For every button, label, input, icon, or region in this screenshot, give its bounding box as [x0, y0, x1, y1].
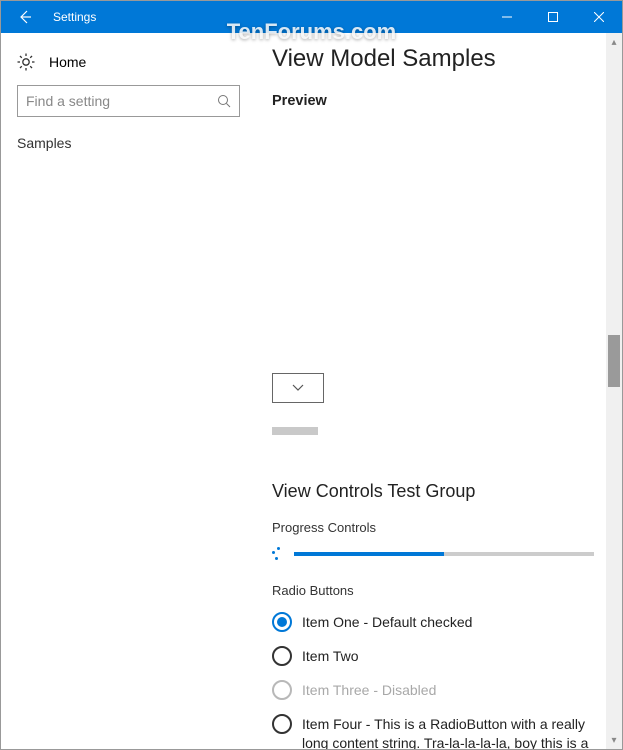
titlebar: Settings [1, 1, 622, 33]
window-controls [484, 1, 622, 33]
radio-circle-icon [272, 646, 292, 666]
radio-item-one[interactable]: Item One - Default checked [272, 612, 594, 632]
close-button[interactable] [576, 1, 622, 33]
sidebar: Home Samples [1, 33, 256, 749]
radio-label: Item One - Default checked [302, 612, 472, 632]
maximize-icon [548, 12, 558, 22]
radio-item-two[interactable]: Item Two [272, 646, 594, 666]
progress-ring-icon [272, 547, 286, 561]
radio-buttons-label: Radio Buttons [272, 583, 594, 598]
close-icon [594, 12, 604, 22]
radio-item-four[interactable]: Item Four - This is a RadioButton with a… [272, 714, 594, 749]
progress-row [272, 547, 594, 561]
gear-icon [17, 53, 35, 71]
preview-label: Preview [272, 93, 594, 109]
radio-item-three: Item Three - Disabled [272, 680, 594, 700]
dropdown[interactable] [272, 373, 324, 403]
search-icon [217, 94, 231, 108]
progress-controls-label: Progress Controls [272, 520, 594, 535]
radio-label: Item Two [302, 646, 359, 666]
maximize-button[interactable] [530, 1, 576, 33]
scrollbar[interactable]: ▴ ▾ [606, 33, 622, 749]
home-nav[interactable]: Home [17, 49, 240, 85]
sidebar-item-samples[interactable]: Samples [17, 117, 240, 159]
radio-label: Item Three - Disabled [302, 680, 436, 700]
minimize-icon [502, 12, 512, 22]
search-box[interactable] [17, 85, 240, 117]
radio-label: Item Four - This is a RadioButton with a… [302, 714, 594, 749]
scroll-thumb[interactable] [608, 335, 620, 387]
progress-bar [294, 552, 594, 556]
content-pane: View Model Samples Preview View Controls… [256, 33, 622, 749]
back-arrow-icon [17, 9, 33, 25]
section-title: View Controls Test Group [272, 481, 594, 502]
radio-group: Item One - Default checked Item Two Item… [272, 612, 594, 749]
body: Home Samples View Model Samples Preview … [1, 33, 622, 749]
search-input[interactable] [26, 93, 217, 109]
progress-fill [294, 552, 444, 556]
radio-circle-icon [272, 612, 292, 632]
home-label: Home [49, 54, 86, 70]
app-title: Settings [53, 10, 96, 24]
scroll-down-icon[interactable]: ▾ [606, 731, 622, 749]
scroll-up-icon[interactable]: ▴ [606, 33, 622, 51]
radio-circle-icon [272, 714, 292, 734]
chevron-down-icon [292, 384, 304, 392]
placeholder-bar [272, 427, 318, 435]
back-button[interactable] [1, 1, 49, 33]
minimize-button[interactable] [484, 1, 530, 33]
page-title: View Model Samples [272, 45, 594, 73]
radio-circle-icon [272, 680, 292, 700]
